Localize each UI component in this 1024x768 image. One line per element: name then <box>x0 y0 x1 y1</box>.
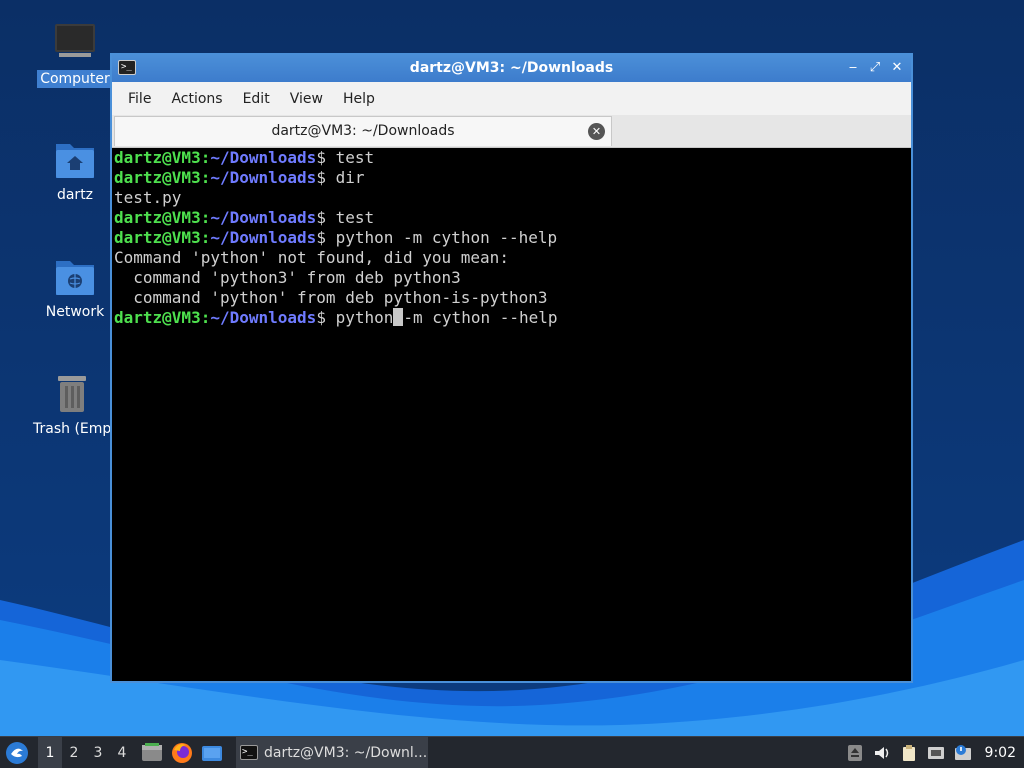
terminal-output-line: Command 'python' not found, did you mean… <box>114 248 911 268</box>
command-text: dir <box>325 168 365 187</box>
workspace-4[interactable]: 4 <box>110 737 134 768</box>
desktop-icon-network[interactable]: Network <box>35 255 115 321</box>
desktop-icon-label: dartz <box>56 187 94 203</box>
update-notification-icon[interactable] <box>954 744 972 762</box>
terminal-output-line: test.py <box>114 188 911 208</box>
terminal-output-line: command 'python3' from deb python3 <box>114 268 911 288</box>
task-label: dartz@VM3: ~/Downl... <box>264 744 428 761</box>
file-manager-launcher-icon[interactable] <box>140 741 164 765</box>
tab-close-icon[interactable]: ✕ <box>588 123 605 140</box>
output-text: command 'python' from deb python-is-pyth… <box>114 288 548 307</box>
terminal-output-line: command 'python' from deb python-is-pyth… <box>114 288 911 308</box>
terminal-output[interactable]: dartz@VM3:~/Downloads$ test dartz@VM3:~/D… <box>112 148 911 681</box>
command-text: test <box>325 148 375 167</box>
terminal-window: >_ dartz@VM3: ~/Downloads ‒ ⤢ ✕ File Act… <box>110 53 913 683</box>
prompt-dollar: $ <box>316 148 326 167</box>
tab-bar: dartz@VM3: ~/Downloads ✕ <box>112 115 911 148</box>
start-menu-icon[interactable] <box>4 740 30 766</box>
prompt-separator: : <box>200 228 211 247</box>
workspace-1[interactable]: 1 <box>38 736 62 768</box>
prompt-path: ~/Downloads <box>210 308 317 327</box>
prompt-dollar: $ <box>316 208 326 227</box>
maximize-button[interactable]: ⤢ <box>867 58 883 78</box>
volume-icon[interactable] <box>873 744 891 762</box>
workspace-3[interactable]: 3 <box>86 737 110 768</box>
desktop-icon-trash[interactable]: Trash (Empt <box>30 372 117 438</box>
command-text: python -m cython --help <box>325 228 558 247</box>
menu-help[interactable]: Help <box>333 91 385 107</box>
terminal-input-line[interactable]: dartz@VM3:~/Downloads$ python -m cython -… <box>114 308 911 328</box>
terminal-task-icon: >_ <box>240 745 258 760</box>
desktop-icon-label: Computer <box>37 70 113 88</box>
window-titlebar[interactable]: >_ dartz@VM3: ~/Downloads ‒ ⤢ ✕ <box>112 55 911 82</box>
prompt-dollar: $ <box>316 308 326 327</box>
tab-label: dartz@VM3: ~/Downloads <box>271 123 455 139</box>
prompt-separator: : <box>200 308 211 327</box>
prompt-separator: : <box>200 168 211 187</box>
system-tray: 9:02 <box>846 744 1024 762</box>
input-text-before-cursor: python <box>325 308 394 327</box>
eject-icon[interactable] <box>846 744 864 762</box>
trash-icon <box>50 372 94 416</box>
terminal-command-line: dartz@VM3:~/Downloads$ test <box>114 148 911 168</box>
workspace-2[interactable]: 2 <box>62 737 86 768</box>
prompt-separator: : <box>200 148 211 167</box>
home-folder-icon <box>53 138 97 182</box>
output-text: test.py <box>114 188 182 207</box>
terminal-command-line: dartz@VM3:~/Downloads$ python -m cython … <box>114 228 911 248</box>
menu-view[interactable]: View <box>280 91 333 107</box>
taskbar-task-terminal[interactable]: >_ dartz@VM3: ~/Downl... <box>236 736 428 768</box>
prompt-dollar: $ <box>316 228 326 247</box>
prompt-path: ~/Downloads <box>210 228 317 247</box>
firefox-launcher-icon[interactable] <box>170 741 194 765</box>
terminal-command-line: dartz@VM3:~/Downloads$ dir <box>114 168 911 188</box>
output-text: command 'python3' from deb python3 <box>114 268 461 287</box>
minimize-button[interactable]: ‒ <box>845 58 861 78</box>
output-text: Command 'python' not found, did you mean… <box>114 248 509 267</box>
input-text-after-cursor: -m cython --help <box>403 308 558 327</box>
prompt-path: ~/Downloads <box>210 168 317 187</box>
window-title: dartz@VM3: ~/Downloads <box>409 60 614 76</box>
network-wired-icon[interactable] <box>927 744 945 762</box>
prompt-dollar: $ <box>316 168 326 187</box>
command-text: test <box>325 208 375 227</box>
desktop-icon-home[interactable]: dartz <box>35 138 115 204</box>
terminal-command-line: dartz@VM3:~/Downloads$ test <box>114 208 911 228</box>
prompt-separator: : <box>200 208 211 227</box>
prompt-user-host: dartz@VM3 <box>114 308 201 327</box>
close-button[interactable]: ✕ <box>889 58 905 78</box>
prompt-path: ~/Downloads <box>210 208 317 227</box>
menu-file[interactable]: File <box>118 91 161 107</box>
menubar: File Actions Edit View Help <box>112 82 911 115</box>
desktop-icon-computer[interactable]: Computer <box>35 22 115 88</box>
computer-icon <box>53 22 97 66</box>
menu-edit[interactable]: Edit <box>233 91 280 107</box>
prompt-user-host: dartz@VM3 <box>114 168 201 187</box>
clock[interactable]: 9:02 <box>985 745 1016 761</box>
prompt-user-host: dartz@VM3 <box>114 148 201 167</box>
prompt-user-host: dartz@VM3 <box>114 208 201 227</box>
network-folder-icon <box>53 255 97 299</box>
clipboard-icon[interactable] <box>900 744 918 762</box>
desktop-icon-label: Trash (Empt <box>33 421 117 437</box>
desktop-launcher-icon[interactable] <box>200 741 224 765</box>
desktop-icon-label: Network <box>45 304 105 320</box>
tab-terminal[interactable]: dartz@VM3: ~/Downloads ✕ <box>114 116 612 146</box>
prompt-path: ~/Downloads <box>210 148 317 167</box>
prompt-user-host: dartz@VM3 <box>114 228 201 247</box>
taskbar: 1 2 3 4 >_ dartz@VM3: ~/Downl... 9:02 <box>0 736 1024 768</box>
text-cursor <box>393 308 404 326</box>
menu-actions[interactable]: Actions <box>161 91 232 107</box>
